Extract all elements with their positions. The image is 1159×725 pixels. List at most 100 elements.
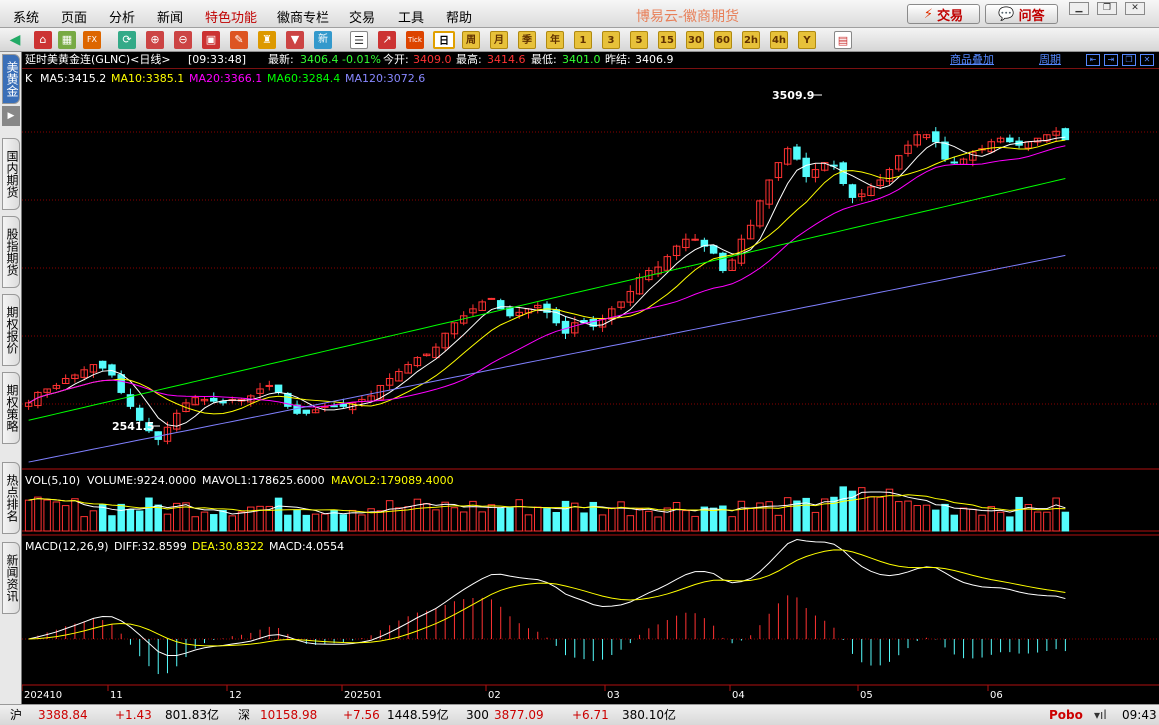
menu-help[interactable]: 帮助 [446, 7, 472, 26]
x-tick-label: 12 [229, 690, 242, 701]
vol-legend-volume: VOLUME:9224.0000 [87, 474, 196, 487]
restore-icon[interactable]: ❐ [1122, 54, 1136, 66]
menu-special-features[interactable]: 特色功能 [205, 7, 257, 26]
period-1min[interactable]: 1 [574, 31, 592, 49]
volume-bar [339, 514, 348, 532]
period-3min[interactable]: 3 [602, 31, 620, 49]
back-arrow-icon[interactable]: ◀ [6, 31, 24, 49]
expand-arrow-icon[interactable]: ▶ [2, 106, 20, 126]
volume-bar [219, 509, 227, 532]
volume-bar [506, 507, 514, 532]
macd-indicator [28, 539, 1066, 675]
tab-hot-ranking[interactable]: 热点排名 [2, 462, 20, 534]
fx-icon[interactable]: FX [83, 31, 101, 49]
close-chart-icon[interactable]: ✕ [1140, 54, 1154, 66]
list-icon[interactable]: ☰ [350, 31, 368, 49]
new-icon[interactable]: 新 [314, 31, 332, 49]
grid-icon[interactable]: ▦ [58, 31, 76, 49]
overlay-link[interactable]: 商品叠加 [950, 52, 994, 68]
vol-legend-mavol1: MAVOL1:178625.6000 [202, 474, 325, 487]
volume-bar [145, 497, 153, 532]
volume-bar [1015, 496, 1023, 532]
volume-bar [376, 510, 385, 532]
zoom-out-icon[interactable]: ⊖ [174, 31, 192, 49]
volume-bar [348, 509, 357, 532]
tab-index-futures[interactable]: 股指期货 [2, 216, 20, 288]
tab-domestic-futures[interactable]: 国内期货 [2, 138, 20, 210]
zoom-right-icon[interactable]: ⇥ [1104, 54, 1118, 66]
signal-icon: ▾ıl [1094, 708, 1107, 722]
tab-option-strategy[interactable]: 期权策略 [2, 372, 20, 444]
refresh-icon[interactable]: ⟳ [118, 31, 136, 49]
period-5min[interactable]: 5 [630, 31, 648, 49]
menu-page[interactable]: 页面 [61, 7, 87, 26]
kline-chart[interactable]: 202410 11 12 202501 02 03 04 05 06 K MA5:3415.2 … [22, 69, 1159, 704]
draw-pen-icon[interactable]: ✎ [230, 31, 248, 49]
period-week[interactable]: 周 [462, 31, 480, 49]
candle-body [210, 397, 218, 402]
volume-bar [237, 511, 246, 532]
volume-bar [24, 499, 33, 532]
period-year[interactable]: 年 [546, 31, 564, 49]
menu-trade[interactable]: 交易 [349, 7, 375, 26]
volume-bar [61, 505, 70, 532]
tick-icon[interactable]: Tick [406, 31, 424, 49]
volume-bar [108, 515, 116, 532]
bell-icon[interactable]: ♜ [258, 31, 276, 49]
period-day[interactable]: 日 [433, 31, 455, 49]
dea-line [28, 549, 1066, 647]
close-button[interactable]: ✕ [1125, 2, 1145, 15]
layout-icon[interactable]: ▤ [834, 31, 852, 49]
volume-bar [598, 514, 607, 532]
tab-news[interactable]: 新闻资讯 [2, 542, 20, 614]
period-4h[interactable]: 4h [770, 31, 788, 49]
volume-bar [191, 516, 199, 532]
zoom-left-icon[interactable]: ⇤ [1086, 54, 1100, 66]
tab-us-gold[interactable]: 美黄金 [2, 54, 20, 104]
volume-bar [700, 506, 709, 532]
sz-change: +7.56 [343, 708, 380, 722]
period-link[interactable]: 周期 [1039, 52, 1061, 68]
period-60min[interactable]: 60 [714, 31, 732, 49]
menu-huishang-column[interactable]: 徽商专栏 [277, 7, 329, 26]
period-custom[interactable]: Y [798, 31, 816, 49]
volume-bar [626, 515, 635, 532]
ma60-line [28, 177, 1066, 421]
volume-bar [80, 516, 88, 532]
legend-k: K [25, 72, 33, 85]
period-15min[interactable]: 15 [658, 31, 676, 49]
volume-bar [867, 496, 875, 532]
menu-system[interactable]: 系统 [13, 7, 39, 26]
window-icon[interactable]: ▣ [202, 31, 220, 49]
trade-button[interactable]: ⚡ 交易 [907, 4, 980, 24]
period-30min[interactable]: 30 [686, 31, 704, 49]
trend-chart-icon[interactable]: ↗ [378, 31, 396, 49]
period-month[interactable]: 月 [490, 31, 508, 49]
minimize-button[interactable]: ▁ [1069, 2, 1089, 15]
qa-button[interactable]: 💬 问答 [985, 4, 1058, 24]
period-2h[interactable]: 2h [742, 31, 760, 49]
candle-body [1006, 137, 1014, 143]
menu-tools[interactable]: 工具 [398, 7, 424, 26]
home-icon[interactable]: ⌂ [34, 31, 52, 49]
filter-icon[interactable]: ▼ [286, 31, 304, 49]
menu-analysis[interactable]: 分析 [109, 7, 135, 26]
volume-bar [654, 516, 662, 532]
i300-amount: 380.10亿 [622, 708, 676, 722]
latest-value: 3406.4 [300, 53, 339, 66]
tab-option-quotes[interactable]: 期权报价 [2, 294, 20, 366]
candle-body [709, 245, 718, 254]
zoom-in-icon[interactable]: ⊕ [146, 31, 164, 49]
ma20-line [28, 145, 1066, 408]
candle-body [941, 141, 949, 160]
chart-area[interactable]: 延时美黄金连(GLNC)<日线> [09:33:48] 最新: 3406.4 -… [22, 52, 1159, 704]
candle-body [691, 238, 699, 241]
maximize-button[interactable]: ❐ [1097, 2, 1117, 15]
legend-ma120: MA120:3072.6 [345, 72, 425, 85]
legend-ma5: MA5:3415.2 [40, 72, 106, 85]
i300-label: 300 [466, 708, 489, 722]
volume-bar [311, 513, 320, 532]
low-annotation: 2541.5 [112, 420, 154, 433]
period-quarter[interactable]: 季 [518, 31, 536, 49]
menu-news[interactable]: 新闻 [157, 7, 183, 26]
